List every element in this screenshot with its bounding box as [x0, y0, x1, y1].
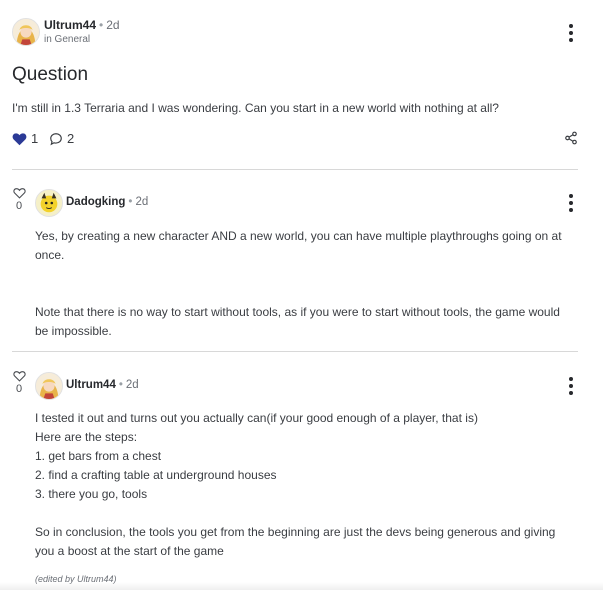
comment-line: 1. get bars from a chest [35, 449, 162, 463]
post-category[interactable]: in General [44, 34, 90, 45]
avatar-image [36, 190, 62, 216]
comment-line: you a boost at the start of the game [35, 544, 224, 558]
post-author-line: Ultrum44 • 2d [44, 18, 120, 32]
comment-author-line: Dadogking • 2d [66, 196, 148, 208]
comment-body: I tested it out and turns out you actual… [35, 409, 580, 504]
divider [12, 169, 578, 170]
post-author-name[interactable]: Ultrum44 [44, 18, 96, 32]
comment-time: 2d [125, 379, 139, 391]
post-time: 2d [106, 18, 120, 32]
heart-outline-icon[interactable] [12, 370, 26, 382]
comment-vote-count: 0 [15, 200, 23, 212]
comment-vote-count: 0 [15, 383, 23, 395]
comment-count: 2 [67, 131, 75, 146]
like-button[interactable]: 1 [12, 131, 38, 146]
post-actions: 1 2 [12, 131, 580, 149]
comment-author-line: Ultrum44 • 2d [66, 379, 139, 391]
comment-author-name[interactable]: Dadogking [66, 196, 125, 208]
avatar-image [13, 19, 39, 45]
comment-author-name[interactable]: Ultrum44 [66, 379, 116, 391]
share-icon [565, 131, 577, 145]
comment-line: Yes, by creating a new character AND a n… [35, 229, 562, 243]
kebab-menu-icon[interactable] [564, 194, 578, 212]
comment-line: 3. there you go, tools [35, 487, 148, 501]
heart-outline-icon[interactable] [12, 187, 26, 199]
like-count: 1 [31, 131, 39, 146]
separator: • [118, 379, 123, 391]
kebab-menu-icon[interactable] [564, 377, 578, 395]
heart-icon [12, 132, 27, 145]
post-title: Question [12, 64, 89, 85]
kebab-menu-icon[interactable] [564, 24, 578, 42]
post-body: I'm still in 1.3 Terraria and I was wond… [12, 101, 499, 115]
avatar[interactable] [12, 18, 40, 46]
comment-line: be impossible. [35, 324, 112, 338]
avatar-image [36, 373, 62, 399]
avatar[interactable] [35, 189, 63, 217]
comment-line: Here are the steps: [35, 430, 138, 444]
comment-bubble-icon [50, 132, 62, 145]
separator: • [99, 18, 104, 32]
comment-body: Note that there is no way to start witho… [35, 303, 580, 341]
comment-line: So in conclusion, the tools you get from… [35, 525, 556, 539]
scroll-fade [0, 582, 603, 590]
divider [12, 351, 578, 352]
comment-line: Note that there is no way to start witho… [35, 305, 560, 319]
comment-vote: 0 [12, 370, 26, 395]
comment-line: once. [35, 248, 65, 262]
avatar[interactable] [35, 372, 63, 400]
comment-body: So in conclusion, the tools you get from… [35, 523, 580, 561]
comment-line: 2. find a crafting table at underground … [35, 468, 277, 482]
comment-line: I tested it out and turns out you actual… [35, 411, 478, 425]
share-button[interactable] [564, 131, 578, 145]
comments-button[interactable]: 2 [49, 131, 74, 146]
comment-time: 2d [135, 196, 149, 208]
separator: • [128, 196, 133, 208]
post-header: Ultrum44 • 2d in General [12, 16, 580, 48]
comment-vote: 0 [12, 187, 26, 212]
comment-body: Yes, by creating a new character AND a n… [35, 227, 580, 265]
